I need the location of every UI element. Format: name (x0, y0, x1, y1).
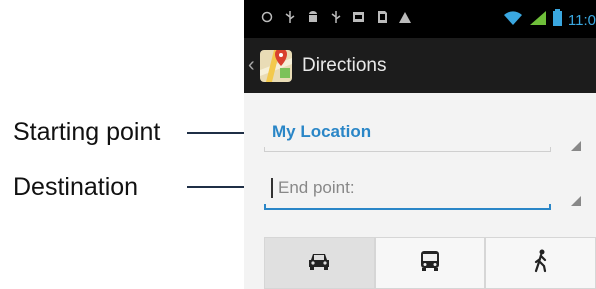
starting-point-callout: Starting point (13, 118, 161, 146)
sd-card-icon (375, 10, 388, 24)
car-icon (307, 251, 331, 276)
android-icon (306, 10, 319, 24)
warning-icon (398, 10, 411, 24)
bus-icon (419, 250, 441, 277)
walk-mode-button[interactable] (485, 237, 596, 289)
circle-icon (260, 10, 273, 24)
end-field-underline (264, 204, 551, 210)
status-bar: 11:0 (244, 0, 596, 38)
usb-icon (329, 10, 342, 24)
back-chevron-icon[interactable]: ‹ (248, 54, 255, 77)
end-point-input[interactable] (272, 176, 538, 200)
transit-mode-button[interactable] (374, 237, 486, 289)
start-field-underline (264, 147, 551, 152)
destination-callout: Destination (13, 173, 139, 201)
car-mode-button[interactable] (264, 237, 375, 289)
image-icon (352, 10, 365, 24)
maps-icon[interactable] (260, 50, 292, 82)
screen-title: Directions (302, 55, 387, 76)
wifi-icon (503, 10, 523, 31)
action-bar: ‹ Directions (244, 38, 596, 93)
status-time: 11:0 (567, 11, 596, 29)
battery-icon (552, 9, 562, 31)
walk-icon (532, 249, 550, 278)
travel-mode-bar (264, 237, 596, 289)
start-dropdown-icon[interactable] (571, 141, 581, 151)
end-point-field[interactable] (264, 176, 551, 210)
phone-screen: 11:0 ‹ Directions My Location (244, 0, 596, 289)
usb-icon (283, 10, 296, 24)
signal-icon (529, 10, 547, 31)
start-point-value: My Location (272, 122, 372, 141)
start-point-field[interactable]: My Location (264, 120, 551, 152)
end-dropdown-icon[interactable] (571, 196, 581, 206)
